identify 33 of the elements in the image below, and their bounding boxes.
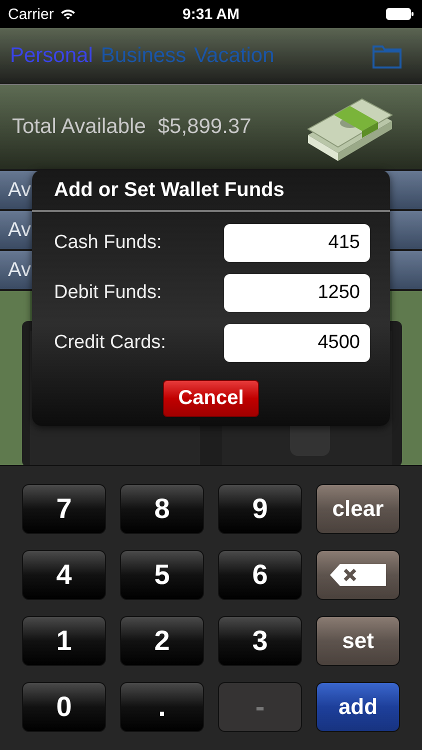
keypad-key[interactable]: 2	[120, 616, 204, 666]
keypad-key[interactable]: 0	[22, 682, 106, 732]
keypad-key[interactable]: add	[316, 682, 400, 732]
field-label: Cash Funds:	[54, 232, 162, 254]
field-label: Debit Funds:	[54, 282, 162, 304]
field-label: Credit Cards:	[54, 332, 166, 354]
backspace-key[interactable]	[316, 550, 400, 600]
total-label: Total Available	[12, 115, 146, 139]
keypad-key[interactable]: .	[120, 682, 204, 732]
total-value: $5,899.37	[158, 115, 252, 139]
keypad-key[interactable]: 8	[120, 484, 204, 534]
account-label: Av	[8, 218, 31, 242]
keypad-key[interactable]: 4	[22, 550, 106, 600]
keypad-key[interactable]: set	[316, 616, 400, 666]
dialog-title: Add or Set Wallet Funds	[32, 170, 390, 212]
input-field[interactable]: 1250	[224, 274, 370, 312]
status-time: 9:31 AM	[182, 6, 240, 22]
account-label: Av	[8, 258, 31, 282]
battery-icon	[386, 8, 414, 20]
keypad-key[interactable]: 9	[218, 484, 302, 534]
keypad-key[interactable]: 1	[22, 616, 106, 666]
carrier-label: Carrier	[8, 6, 54, 22]
keypad-key[interactable]: 7	[22, 484, 106, 534]
keypad-key[interactable]: 6	[218, 550, 302, 600]
cancel-button[interactable]: Cancel	[163, 380, 259, 417]
wifi-icon	[60, 8, 76, 20]
keypad-key[interactable]: 5	[120, 550, 204, 600]
input-field[interactable]: 4500	[224, 324, 370, 362]
account-label: Av	[8, 178, 31, 202]
input-field[interactable]: 415	[224, 224, 370, 262]
backspace-icon	[328, 562, 388, 588]
keypad-key[interactable]: 3	[218, 616, 302, 666]
keypad-key[interactable]: clear	[316, 484, 400, 534]
